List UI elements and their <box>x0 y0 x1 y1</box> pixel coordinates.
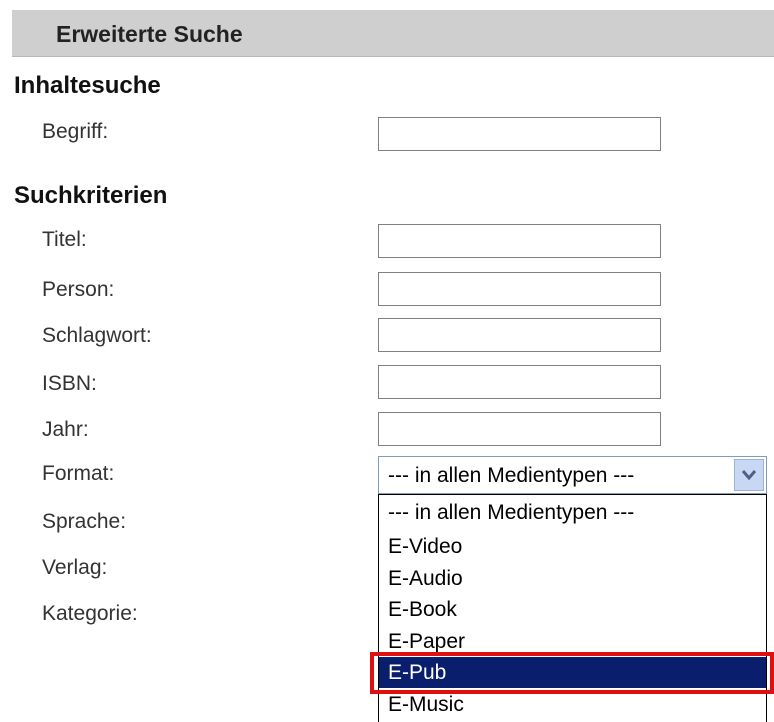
label-format: Format: <box>42 462 115 485</box>
format-option[interactable]: E-Music <box>379 689 766 720</box>
format-option[interactable]: E-Audio <box>379 563 766 594</box>
schlagwort-input[interactable] <box>378 318 661 352</box>
person-input[interactable] <box>378 272 661 306</box>
section-content-search: Inhaltesuche <box>14 72 161 99</box>
format-select-value: --- in allen Medientypen --- <box>388 464 635 487</box>
chevron-down-icon[interactable] <box>734 459 764 491</box>
format-option-selected[interactable]: E-Pub <box>379 657 766 688</box>
isbn-input[interactable] <box>378 365 661 399</box>
begriff-input[interactable] <box>378 117 661 151</box>
label-jahr: Jahr: <box>42 418 89 441</box>
label-isbn: ISBN: <box>42 372 97 395</box>
format-option[interactable]: E-Video <box>379 531 766 562</box>
label-person: Person: <box>42 278 115 301</box>
label-begriff: Begriff: <box>42 120 109 143</box>
advanced-search-header: Erweiterte Suche <box>12 10 774 57</box>
label-kategorie: Kategorie: <box>42 602 138 625</box>
label-schlagwort: Schlagwort: <box>42 324 152 347</box>
header-title: Erweiterte Suche <box>56 21 243 47</box>
label-verlag: Verlag: <box>42 556 108 579</box>
jahr-input[interactable] <box>378 412 661 446</box>
format-select[interactable]: --- in allen Medientypen --- <box>378 456 767 494</box>
label-titel: Titel: <box>42 228 87 251</box>
format-option[interactable]: --- in allen Medientypen --- <box>379 497 766 528</box>
label-sprache: Sprache: <box>42 510 127 533</box>
format-option[interactable]: E-Paper <box>379 626 766 657</box>
titel-input[interactable] <box>378 224 661 258</box>
format-option[interactable]: E-Book <box>379 594 766 625</box>
format-dropdown-list: --- in allen Medientypen --- E-Video E-A… <box>378 494 767 722</box>
section-search-criteria: Suchkriterien <box>14 182 168 209</box>
